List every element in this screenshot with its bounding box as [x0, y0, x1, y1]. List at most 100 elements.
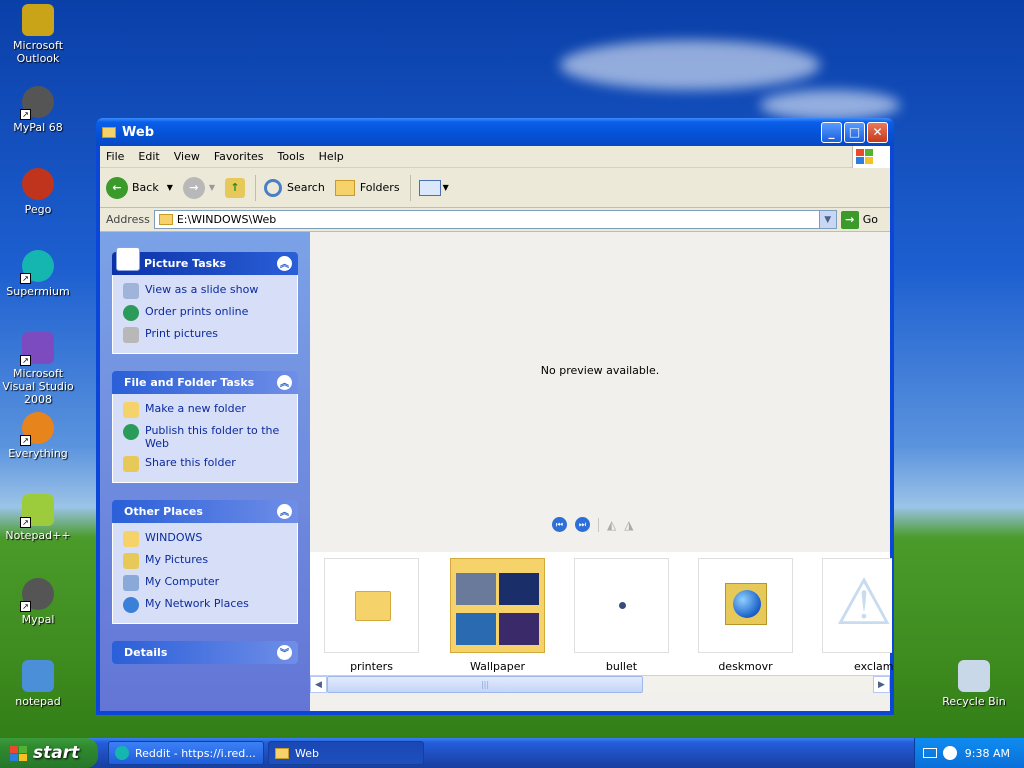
folder-icon	[102, 126, 116, 138]
taskbar: start Reddit - https://i.red... Web 9:38…	[0, 738, 1024, 768]
thumb-wallpaper[interactable]	[450, 558, 545, 653]
views-button[interactable]: ▼	[418, 179, 449, 196]
file-label: exclam	[854, 660, 894, 673]
place-my-computer[interactable]: My Computer	[123, 575, 287, 591]
supermium-icon	[115, 746, 129, 760]
menu-bar: File Edit View Favorites Tools Help	[100, 145, 890, 168]
desktop-icon-pego[interactable]: Pego	[0, 168, 76, 216]
forward-button[interactable]: → ▼	[182, 176, 215, 199]
up-folder-icon: ↑	[225, 177, 246, 198]
task-order-prints[interactable]: Order prints online	[123, 305, 287, 321]
safely-remove-icon[interactable]	[942, 746, 957, 760]
scroll-thumb[interactable]: |||	[327, 676, 643, 693]
rotate-clockwise-button[interactable]: ◭	[607, 518, 616, 532]
menu-edit[interactable]: Edit	[138, 150, 159, 163]
desktop-icon-notepadpp[interactable]: ↗ Notepad++	[0, 494, 76, 542]
scroll-left-button[interactable]: ◀	[310, 676, 327, 693]
thumb-bullet[interactable]	[574, 558, 669, 653]
clock[interactable]: 9:38 AM	[965, 747, 1010, 760]
picture-tasks-panel: Picture Tasks ︽ View as a slide show Ord…	[112, 247, 298, 354]
menu-tools[interactable]: Tools	[278, 150, 305, 163]
place-my-pictures[interactable]: My Pictures	[123, 553, 287, 569]
horizontal-scrollbar[interactable]: ◀ ||| ▶	[310, 675, 890, 693]
task-new-folder[interactable]: Make a new folder	[123, 402, 287, 418]
raccoon-icon: ↗	[20, 86, 54, 120]
picture-tasks-header[interactable]: Picture Tasks ︽	[112, 247, 298, 275]
back-button[interactable]: ← Back ▼	[106, 176, 173, 199]
taskbar-item-web[interactable]: Web	[268, 741, 424, 765]
expand-chevron-icon[interactable]: ︾	[277, 645, 292, 660]
taskbar-item-reddit[interactable]: Reddit - https://i.red...	[108, 741, 264, 765]
search-icon	[264, 178, 283, 197]
thumb-exclam[interactable]: ⚠	[822, 558, 892, 653]
keyboard-icon[interactable]	[922, 748, 937, 758]
address-dropdown-button[interactable]: ▼	[818, 211, 836, 228]
desktop-icon-mypal68[interactable]: ↗ MyPal 68	[0, 86, 76, 134]
up-button[interactable]: ↑	[225, 177, 246, 198]
publish-web-icon	[123, 424, 139, 440]
menu-favorites[interactable]: Favorites	[214, 150, 264, 163]
task-publish-web[interactable]: Publish this folder to the Web	[123, 424, 287, 450]
wallpaper-preview-image	[499, 573, 539, 605]
chevron-down-icon: ▼	[166, 183, 173, 192]
place-my-network[interactable]: My Network Places	[123, 597, 287, 613]
next-image-button[interactable]: ⏭	[575, 517, 590, 532]
folder-icon	[158, 214, 173, 225]
filmstrip: printers Wallpaper bullet deskmovr ⚠ exc…	[310, 552, 893, 693]
menu-help[interactable]: Help	[319, 150, 344, 163]
cloud	[560, 40, 820, 90]
folder-icon	[123, 531, 139, 547]
task-print-pictures[interactable]: Print pictures	[123, 327, 287, 343]
scroll-track[interactable]	[643, 676, 873, 693]
desktop-icon-visual-studio[interactable]: ↗ Microsoft Visual Studio 2008	[0, 332, 76, 406]
folders-icon	[334, 179, 355, 196]
rotate-counterclockwise-button[interactable]: ◮	[624, 518, 633, 532]
slide-show-icon	[123, 283, 139, 299]
folders-button[interactable]: Folders	[334, 179, 400, 196]
collapse-chevron-icon[interactable]: ︽	[277, 375, 292, 390]
menu-file[interactable]: File	[106, 150, 124, 163]
chevron-down-icon: ▼	[442, 183, 449, 192]
desktop-icon-mypal[interactable]: ↗ Mypal	[0, 578, 76, 626]
bullet-image	[619, 602, 626, 609]
toolbar-separator	[255, 174, 257, 201]
address-input[interactable]: E:\WINDOWS\Web ▼	[153, 210, 837, 229]
details-header[interactable]: Details ︾	[112, 641, 298, 664]
minimize-button[interactable]: _	[821, 121, 842, 143]
desktop-icon-everything[interactable]: ↗ Everything	[0, 412, 76, 460]
file-label: Wallpaper	[469, 660, 526, 673]
place-windows[interactable]: WINDOWS	[123, 531, 287, 547]
maximize-button[interactable]: □	[844, 121, 865, 143]
other-places-header[interactable]: Other Places ︽	[112, 500, 298, 523]
task-pane: Picture Tasks ︽ View as a slide show Ord…	[100, 232, 310, 711]
previous-image-button[interactable]: ⏮	[552, 517, 567, 532]
picture-tasks-body: View as a slide show Order prints online…	[112, 275, 298, 354]
start-button[interactable]: start	[0, 738, 98, 768]
desktop-icon-outlook[interactable]: Microsoft Outlook	[0, 4, 76, 65]
go-button[interactable]: → Go	[840, 210, 878, 229]
wallpaper-preview-image	[456, 573, 496, 605]
collapse-chevron-icon[interactable]: ︽	[277, 256, 292, 271]
preview-area: No preview available. ⏮ ⏭ ◭ ◮	[310, 232, 890, 552]
search-button[interactable]: Search	[264, 178, 325, 197]
task-slide-show[interactable]: View as a slide show	[123, 283, 287, 299]
collapse-chevron-icon[interactable]: ︽	[277, 504, 292, 519]
details-panel: Details ︾	[112, 641, 298, 664]
desktop-icon-supermium[interactable]: ↗ Supermium	[0, 250, 76, 298]
address-bar: Address E:\WINDOWS\Web ▼ → Go	[100, 208, 890, 232]
order-prints-icon	[123, 305, 139, 321]
menu-view[interactable]: View	[174, 150, 200, 163]
close-button[interactable]: ✕	[867, 121, 888, 143]
visual-studio-icon: ↗	[20, 332, 54, 366]
desktop-icon-notepad[interactable]: notepad	[0, 660, 76, 708]
my-pictures-icon	[123, 553, 139, 569]
network-places-icon	[123, 597, 139, 613]
scroll-right-button[interactable]: ▶	[873, 676, 890, 693]
thumb-deskmovr[interactable]	[698, 558, 793, 653]
task-share-folder[interactable]: Share this folder	[123, 456, 287, 472]
desktop-icon-recycle-bin[interactable]: Recycle Bin	[936, 660, 1012, 708]
title-bar[interactable]: Web _ □ ✕	[96, 118, 894, 146]
file-folder-tasks-body: Make a new folder Publish this folder to…	[112, 394, 298, 483]
thumb-printers[interactable]	[324, 558, 419, 653]
file-folder-tasks-header[interactable]: File and Folder Tasks ︽	[112, 371, 298, 394]
